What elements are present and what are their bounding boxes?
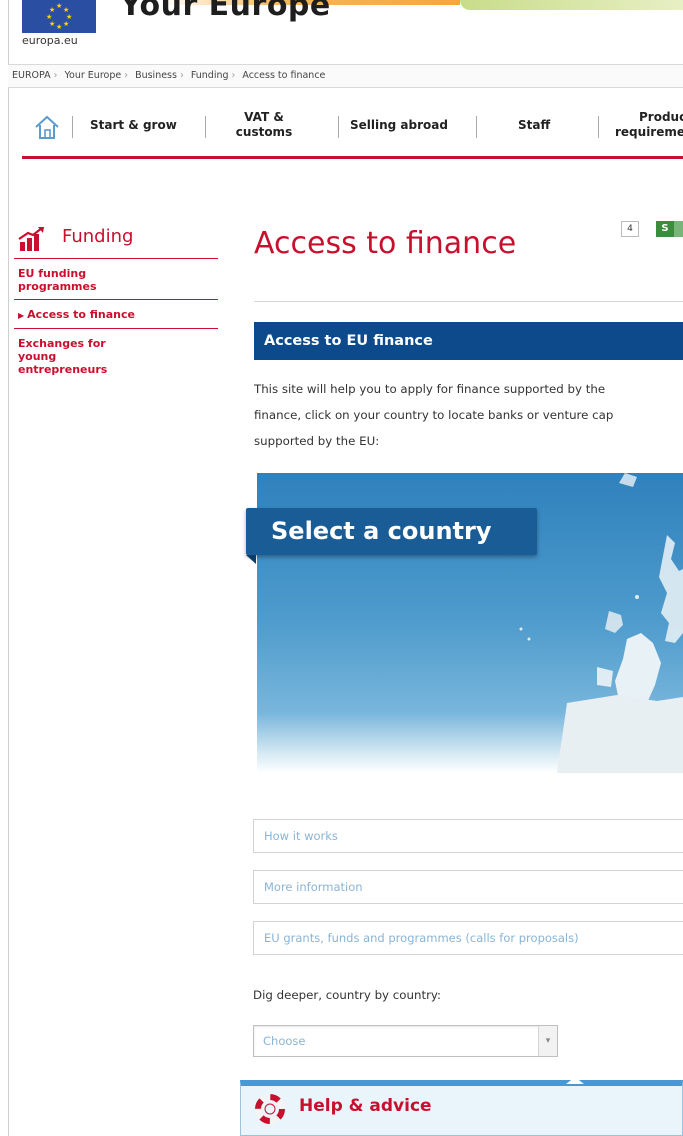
lifebuoy-icon — [255, 1094, 285, 1124]
nav-staff[interactable]: Staff — [518, 118, 550, 133]
country-select-value: Choose — [263, 1034, 306, 1048]
funding-chart-icon — [18, 227, 44, 251]
site-title[interactable]: Your Europe — [120, 0, 331, 23]
europa-logo-text[interactable]: europa.eu — [22, 34, 78, 47]
nav-label: Product — [639, 110, 683, 124]
dig-deeper-label: Dig deeper, country by country: — [253, 988, 442, 1002]
nav-start-grow[interactable]: Start & grow — [90, 118, 177, 133]
nav-label: requirements — [615, 125, 683, 139]
nav-selling-abroad[interactable]: Selling abroad — [350, 118, 448, 133]
nav-vat-customs[interactable]: VAT & customs — [234, 110, 294, 140]
nav-label: VAT & — [244, 110, 284, 124]
sidebar-item-access-to-finance[interactable]: ▶ Access to finance — [14, 300, 218, 328]
home-icon[interactable] — [32, 112, 62, 142]
nav-label: Selling abroad — [350, 118, 448, 132]
main-nav: Start & grow VAT & customs Selling abroa… — [8, 98, 683, 158]
accordion-label: EU grants, funds and programmes (calls f… — [264, 931, 579, 945]
intro-text: This site will help you to apply for fin… — [254, 376, 683, 454]
sidebar: Funding EU funding programmes ▶ Access to… — [14, 222, 218, 382]
country-select[interactable]: Choose ▾ — [253, 1025, 558, 1057]
country-select-box[interactable]: Choose ▾ — [253, 1025, 558, 1057]
sidebar-header: Funding — [14, 222, 218, 258]
nav-label: Staff — [518, 118, 551, 132]
select-country-label[interactable]: Select a country — [246, 508, 537, 555]
section-heading: Access to EU finance — [264, 333, 433, 349]
nav-accent-underline — [22, 156, 683, 159]
active-arrow-icon: ▶ — [18, 311, 25, 320]
font-size-button[interactable]: 4 — [621, 221, 639, 237]
sidebar-item-label: Access to finance — [27, 308, 135, 321]
breadcrumb-current: Access to finance — [242, 70, 326, 81]
nav-separator — [476, 116, 477, 138]
breadcrumb-separator-icon: › — [179, 70, 184, 81]
accordion-label: More information — [264, 880, 363, 894]
breadcrumb-separator-icon: › — [124, 70, 129, 81]
breadcrumb-funding[interactable]: Funding — [187, 65, 229, 87]
nav-separator — [72, 116, 73, 138]
nav-product-requirements[interactable]: Product requirements — [615, 110, 683, 140]
nav-separator — [598, 116, 599, 138]
intro-line: supported by the EU: — [254, 434, 380, 448]
share-icon-extension[interactable] — [674, 221, 683, 237]
breadcrumb: EUROPA › Your Europe › Business › Funding › … — [8, 64, 683, 88]
section-heading-bar: Access to EU finance — [254, 322, 683, 360]
intro-line: This site will help you to apply for fin… — [254, 382, 606, 396]
nav-separator — [338, 116, 339, 138]
accordion-label: How it works — [264, 829, 338, 843]
nav-label: customs — [235, 125, 293, 139]
accordion-how-it-works[interactable]: How it works — [253, 819, 683, 853]
top-decor-band-green — [460, 0, 683, 10]
breadcrumb-business[interactable]: Business — [131, 65, 177, 87]
intro-line: finance, click on your country to locate… — [254, 408, 614, 422]
title-divider — [254, 301, 683, 302]
sidebar-item-eu-funding-programmes[interactable]: EU funding programmes — [14, 259, 128, 299]
accordion-more-information[interactable]: More information — [253, 870, 683, 904]
help-advice-panel[interactable]: Help & advice — [240, 1080, 683, 1136]
breadcrumb-europa[interactable]: EUROPA — [8, 65, 51, 87]
label-ribbon-fold — [246, 555, 256, 564]
select-country-text: Select a country — [271, 517, 492, 545]
nav-label: Start & grow — [90, 118, 177, 132]
breadcrumb-separator-icon: › — [53, 70, 58, 81]
help-advice-title: Help & advice — [299, 1096, 432, 1116]
sidebar-title: Funding — [62, 226, 134, 247]
nav-separator — [205, 116, 206, 138]
help-panel-notch — [566, 1077, 584, 1084]
accordion-eu-grants[interactable]: EU grants, funds and programmes (calls f… — [253, 921, 683, 955]
page-edge — [8, 0, 9, 1136]
breadcrumb-your-europe[interactable]: Your Europe — [61, 65, 122, 87]
chevron-down-icon[interactable]: ▾ — [538, 1026, 557, 1056]
eu-flag-logo[interactable]: ★ ★ ★ ★ ★ ★ ★ ★ — [22, 0, 96, 33]
share-icon[interactable]: S — [656, 221, 674, 237]
breadcrumb-separator-icon: › — [231, 70, 236, 81]
page-title: Access to finance — [254, 226, 517, 261]
sidebar-item-exchanges[interactable]: Exchanges for young entrepreneurs — [14, 329, 128, 382]
